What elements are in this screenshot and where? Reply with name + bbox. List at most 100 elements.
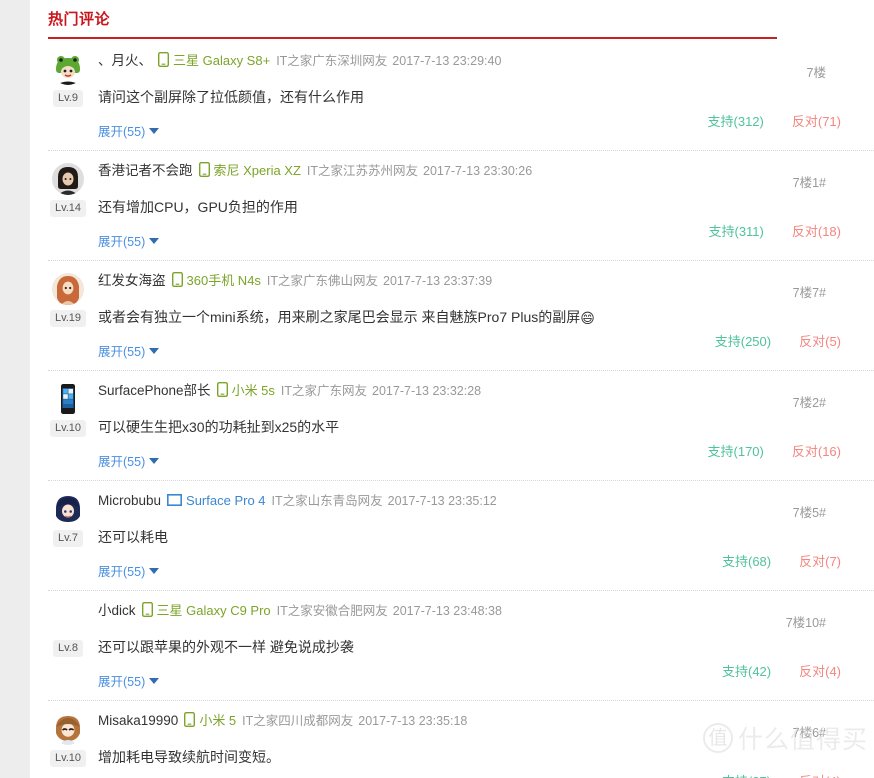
oppose-button[interactable]: 反对(5) <box>799 334 841 349</box>
comment-body: Misaka19990 小米 5 IT之家四川成都网友 2017-7-13 23:35… <box>98 711 874 778</box>
floor-number: 7楼10# <box>785 616 826 630</box>
oppose-button[interactable]: 反对(18) <box>792 224 841 239</box>
level-badge: Lv.19 <box>49 310 87 327</box>
device-name: 索尼 Xperia XZ <box>213 163 301 178</box>
user-location: IT之家山东青岛网友 <box>271 494 383 508</box>
oppose-button[interactable]: 反对(4) <box>799 664 841 679</box>
comment-text: 还有增加CPU，GPU负担的作用 <box>98 197 754 219</box>
level-badge: Lv.8 <box>53 640 83 657</box>
username[interactable]: 、月火、 <box>98 53 152 68</box>
comment-text-body: 还可以耗电 <box>98 529 168 545</box>
floor-number: 7楼2# <box>792 396 826 410</box>
oppose-button[interactable]: 反对(16) <box>792 444 841 459</box>
support-button[interactable]: 支持(312) <box>708 114 764 129</box>
username[interactable]: 香港记者不会跑 <box>98 163 193 178</box>
avatar[interactable] <box>52 53 84 85</box>
avatar-column: Lv.9 <box>48 53 88 107</box>
level-badge: Lv.14 <box>49 200 87 217</box>
expand-replies-button[interactable]: 展开(55) <box>98 671 160 690</box>
comment-item: Lv.8 小dick 三星 Galaxy C9 Pro IT之家安徽合肥网友 2017-… <box>48 590 874 700</box>
support-button[interactable]: 支持(250) <box>715 334 771 349</box>
expand-replies-button[interactable]: 展开(55) <box>98 561 160 580</box>
username[interactable]: 小dick <box>98 603 136 618</box>
comment-text: 还可以耗电 <box>98 527 754 549</box>
chevron-down-icon <box>149 128 160 134</box>
level-badge: Lv.10 <box>49 420 87 437</box>
support-button[interactable]: 支持(170) <box>708 444 764 459</box>
avatar[interactable] <box>52 163 84 195</box>
comment-item: Lv.9 、月火、 三星 Galaxy S8+ IT之家广东深圳网友 2017-7-13… <box>48 41 874 150</box>
avatar-column: Lv.19 <box>48 273 88 327</box>
comment-item: Lv.10 Misaka19990 小米 5 IT之家四川成都网友 2017-7-13 … <box>48 700 874 778</box>
comment-meta: SurfacePhone部长 小米 5s IT之家广东网友 2017-7-13 23:… <box>98 381 754 403</box>
phone-icon <box>157 51 170 73</box>
oppose-button[interactable]: 反对(4) <box>799 774 841 778</box>
vote-row: 支持(312) 反对(71) <box>708 111 841 130</box>
comment-meta: 红发女海盗 360手机 N4s IT之家广东佛山网友 2017-7-13 23:37:… <box>98 271 754 293</box>
username[interactable]: Misaka19990 <box>98 713 178 728</box>
comments-page: 热门评论 Lv.9 、月火、 三星 Galaxy S8+ IT之家广东深圳网友 2017… <box>0 0 874 778</box>
device-name: 360手机 N4s <box>186 273 261 288</box>
comment-text-body: 增加耗电导致续航时间变短。 <box>98 749 280 765</box>
device-name: 三星 Galaxy C9 Pro <box>156 603 271 618</box>
vote-row: 支持(170) 反对(16) <box>708 441 841 460</box>
avatar-column: Lv.14 <box>48 163 88 217</box>
chevron-down-icon <box>149 568 160 574</box>
support-button[interactable]: 支持(311) <box>708 224 763 239</box>
support-button[interactable]: 支持(42) <box>722 664 771 679</box>
tablet-icon <box>167 493 183 513</box>
user-location: IT之家安徽合肥网友 <box>276 604 388 618</box>
expand-replies-button[interactable]: 展开(55) <box>98 451 160 470</box>
vote-row: 支持(250) 反对(5) <box>715 331 841 350</box>
comment-meta: 、月火、 三星 Galaxy S8+ IT之家广东深圳网友 2017-7-13 23:… <box>98 51 754 73</box>
vote-row: 支持(68) 反对(7) <box>722 551 841 570</box>
support-button[interactable]: 支持(37) <box>722 774 771 778</box>
comment-meta: 小dick 三星 Galaxy C9 Pro IT之家安徽合肥网友 2017-7-13… <box>98 601 754 623</box>
emoji-icon: 😄 <box>580 310 595 326</box>
comment-text: 请问这个副屏除了拉低颜值，还有什么作用 <box>98 87 754 109</box>
comment-item: Lv.19 红发女海盗 360手机 N4s IT之家广东佛山网友 2017-7-13 2… <box>48 260 874 370</box>
comment-meta: 香港记者不会跑 索尼 Xperia XZ IT之家江苏苏州网友 2017-7-13 2… <box>98 161 754 183</box>
left-gutter <box>0 0 30 778</box>
avatar[interactable] <box>52 603 84 635</box>
timestamp: 2017-7-13 23:37:39 <box>383 274 493 288</box>
oppose-button[interactable]: 反对(7) <box>799 554 841 569</box>
comment-item: Lv.7 Microbubu Surface Pro 4 IT之家山东青岛网友 2017… <box>48 480 874 590</box>
device-name: 小米 5 <box>199 713 237 728</box>
oppose-button[interactable]: 反对(71) <box>792 114 841 129</box>
timestamp: 2017-7-13 23:32:28 <box>372 384 482 398</box>
avatar[interactable] <box>52 713 84 745</box>
floor-number: 7楼 <box>806 66 826 80</box>
username[interactable]: SurfacePhone部长 <box>98 383 211 398</box>
avatar-column: Lv.8 <box>48 603 88 657</box>
user-location: IT之家广东网友 <box>280 384 368 398</box>
timestamp: 2017-7-13 23:35:18 <box>358 714 468 728</box>
avatar[interactable] <box>52 383 84 415</box>
vote-row: 支持(37) 反对(4) <box>722 771 841 778</box>
timestamp: 2017-7-13 23:29:40 <box>392 54 502 68</box>
username[interactable]: 红发女海盗 <box>98 273 166 288</box>
device-name: 小米 5s <box>231 383 275 398</box>
username[interactable]: Microbubu <box>98 493 161 508</box>
expand-replies-button[interactable]: 展开(55) <box>98 231 160 250</box>
level-badge: Lv.7 <box>53 530 83 547</box>
phone-icon <box>184 711 196 733</box>
floor-number: 7楼6# <box>792 726 826 740</box>
support-button[interactable]: 支持(68) <box>722 554 771 569</box>
vote-row: 支持(311) 反对(18) <box>708 221 841 240</box>
device-name: 三星 Galaxy S8+ <box>173 53 271 68</box>
chevron-down-icon <box>149 348 160 354</box>
expand-replies-button[interactable]: 展开(55) <box>98 121 160 140</box>
comment-meta: Misaka19990 小米 5 IT之家四川成都网友 2017-7-13 23:35… <box>98 711 754 733</box>
comment-text-body: 还可以跟苹果的外观不一样 避免说成抄袭 <box>98 639 354 655</box>
comment-text-body: 请问这个副屏除了拉低颜值，还有什么作用 <box>98 89 364 105</box>
expand-replies-label: 展开(55) <box>98 565 146 579</box>
avatar[interactable] <box>52 493 84 525</box>
user-location: IT之家四川成都网友 <box>242 714 354 728</box>
avatar[interactable] <box>52 273 84 305</box>
expand-replies-button[interactable]: 展开(55) <box>98 341 160 360</box>
expand-replies-label: 展开(55) <box>98 235 146 249</box>
level-badge: Lv.9 <box>53 90 83 107</box>
user-location: IT之家广东深圳网友 <box>276 54 388 68</box>
level-badge: Lv.10 <box>49 750 87 767</box>
